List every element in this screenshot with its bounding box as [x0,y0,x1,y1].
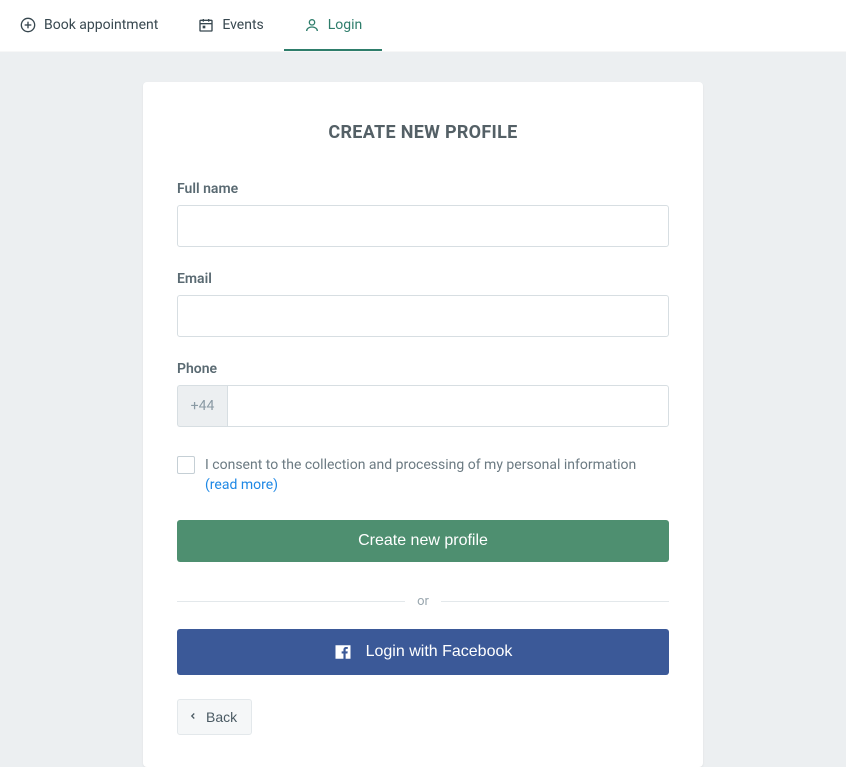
tabs-bar: Book appointment Events Login [0,0,846,52]
phone-input[interactable] [227,385,669,427]
divider-line [177,601,405,602]
tab-login[interactable]: Login [284,0,383,51]
phone-prefix[interactable]: +44 [177,385,227,427]
phone-label: Phone [177,361,669,377]
tab-label: Events [222,17,263,33]
consent-text: I consent to the collection and processi… [205,457,636,473]
tab-events[interactable]: Events [178,0,283,51]
email-group: Email [177,271,669,337]
fullname-group: Full name [177,181,669,247]
fullname-label: Full name [177,181,669,197]
back-button[interactable]: Back [177,699,252,735]
email-input[interactable] [177,295,669,337]
consent-checkbox[interactable] [177,456,195,474]
divider-text: or [417,594,429,609]
divider: or [177,594,669,609]
button-label: Create new profile [358,532,488,549]
consent-text-wrap: I consent to the collection and processi… [205,455,636,496]
button-label: Back [206,709,237,725]
tab-label: Book appointment [44,17,158,33]
email-label: Email [177,271,669,287]
login-facebook-button[interactable]: Login with Facebook [177,629,669,675]
plus-circle-icon [20,17,36,33]
fullname-input[interactable] [177,205,669,247]
facebook-icon [334,643,352,661]
person-icon [304,17,320,33]
create-profile-button[interactable]: Create new profile [177,520,669,562]
consent-read-more-link[interactable]: (read more) [205,475,278,495]
card-title: CREATE NEW PROFILE [177,122,669,143]
button-label: Login with Facebook [366,643,513,661]
create-profile-card: CREATE NEW PROFILE Full name Email Phone… [143,82,703,767]
tab-book-appointment[interactable]: Book appointment [0,0,178,51]
divider-line [441,601,669,602]
tab-label: Login [328,17,363,33]
chevron-left-icon [188,709,198,725]
consent-row: I consent to the collection and processi… [177,455,669,496]
calendar-icon [198,17,214,33]
phone-group: Phone +44 [177,361,669,427]
